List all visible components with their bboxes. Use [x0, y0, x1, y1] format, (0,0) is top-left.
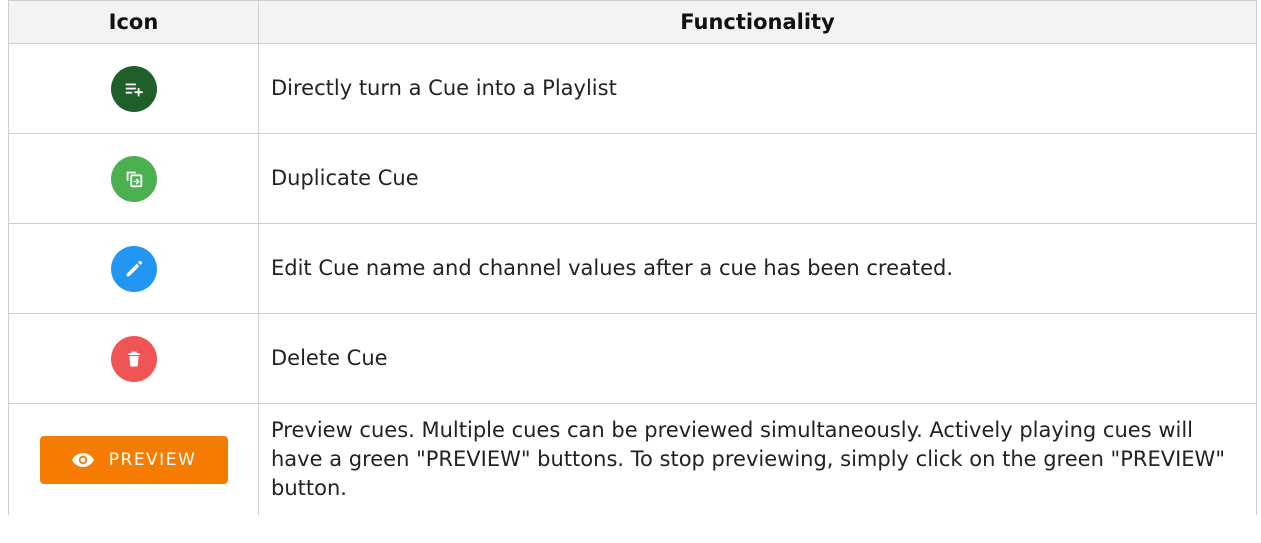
functionality-text: Duplicate Cue — [258, 133, 1257, 224]
preview-button-label: PREVIEW — [108, 449, 197, 470]
eye-icon — [71, 452, 94, 467]
table-row: Edit Cue name and channel values after a… — [8, 223, 1257, 314]
edit-button[interactable] — [110, 245, 157, 292]
delete-button[interactable] — [110, 335, 157, 382]
pencil-edit-icon — [126, 260, 142, 276]
icon-reference-table-wrapper: Icon Functionality Directly turn a Cue i… — [8, 0, 1257, 543]
table-row: Delete Cue — [8, 313, 1257, 404]
functionality-text: Directly turn a Cue into a Playlist — [258, 43, 1257, 134]
functionality-text: Preview cues. Multiple cues can be previ… — [258, 403, 1257, 515]
icon-reference-table: Icon Functionality Directly turn a Cue i… — [8, 0, 1257, 515]
playlist-add-button[interactable] — [110, 65, 157, 112]
icon-cell — [8, 43, 259, 134]
table-row: PREVIEW Preview cues. Multiple cues can … — [8, 403, 1257, 515]
icon-cell: PREVIEW — [8, 403, 259, 515]
table-row: Directly turn a Cue into a Playlist — [8, 43, 1257, 134]
table-header-row: Icon Functionality — [8, 0, 1257, 44]
icon-cell — [8, 133, 259, 224]
duplicate-button[interactable] — [110, 155, 157, 202]
functionality-text: Edit Cue name and channel values after a… — [258, 223, 1257, 314]
playlist-add-icon — [125, 83, 143, 96]
icon-cell — [8, 313, 259, 404]
preview-button[interactable]: PREVIEW — [39, 435, 228, 484]
duplicate-icon — [126, 171, 142, 187]
table-row: Duplicate Cue — [8, 133, 1257, 224]
functionality-text: Delete Cue — [258, 313, 1257, 404]
trash-delete-icon — [127, 351, 140, 367]
icon-cell — [8, 223, 259, 314]
header-functionality: Functionality — [258, 0, 1257, 44]
header-icon: Icon — [8, 0, 259, 44]
